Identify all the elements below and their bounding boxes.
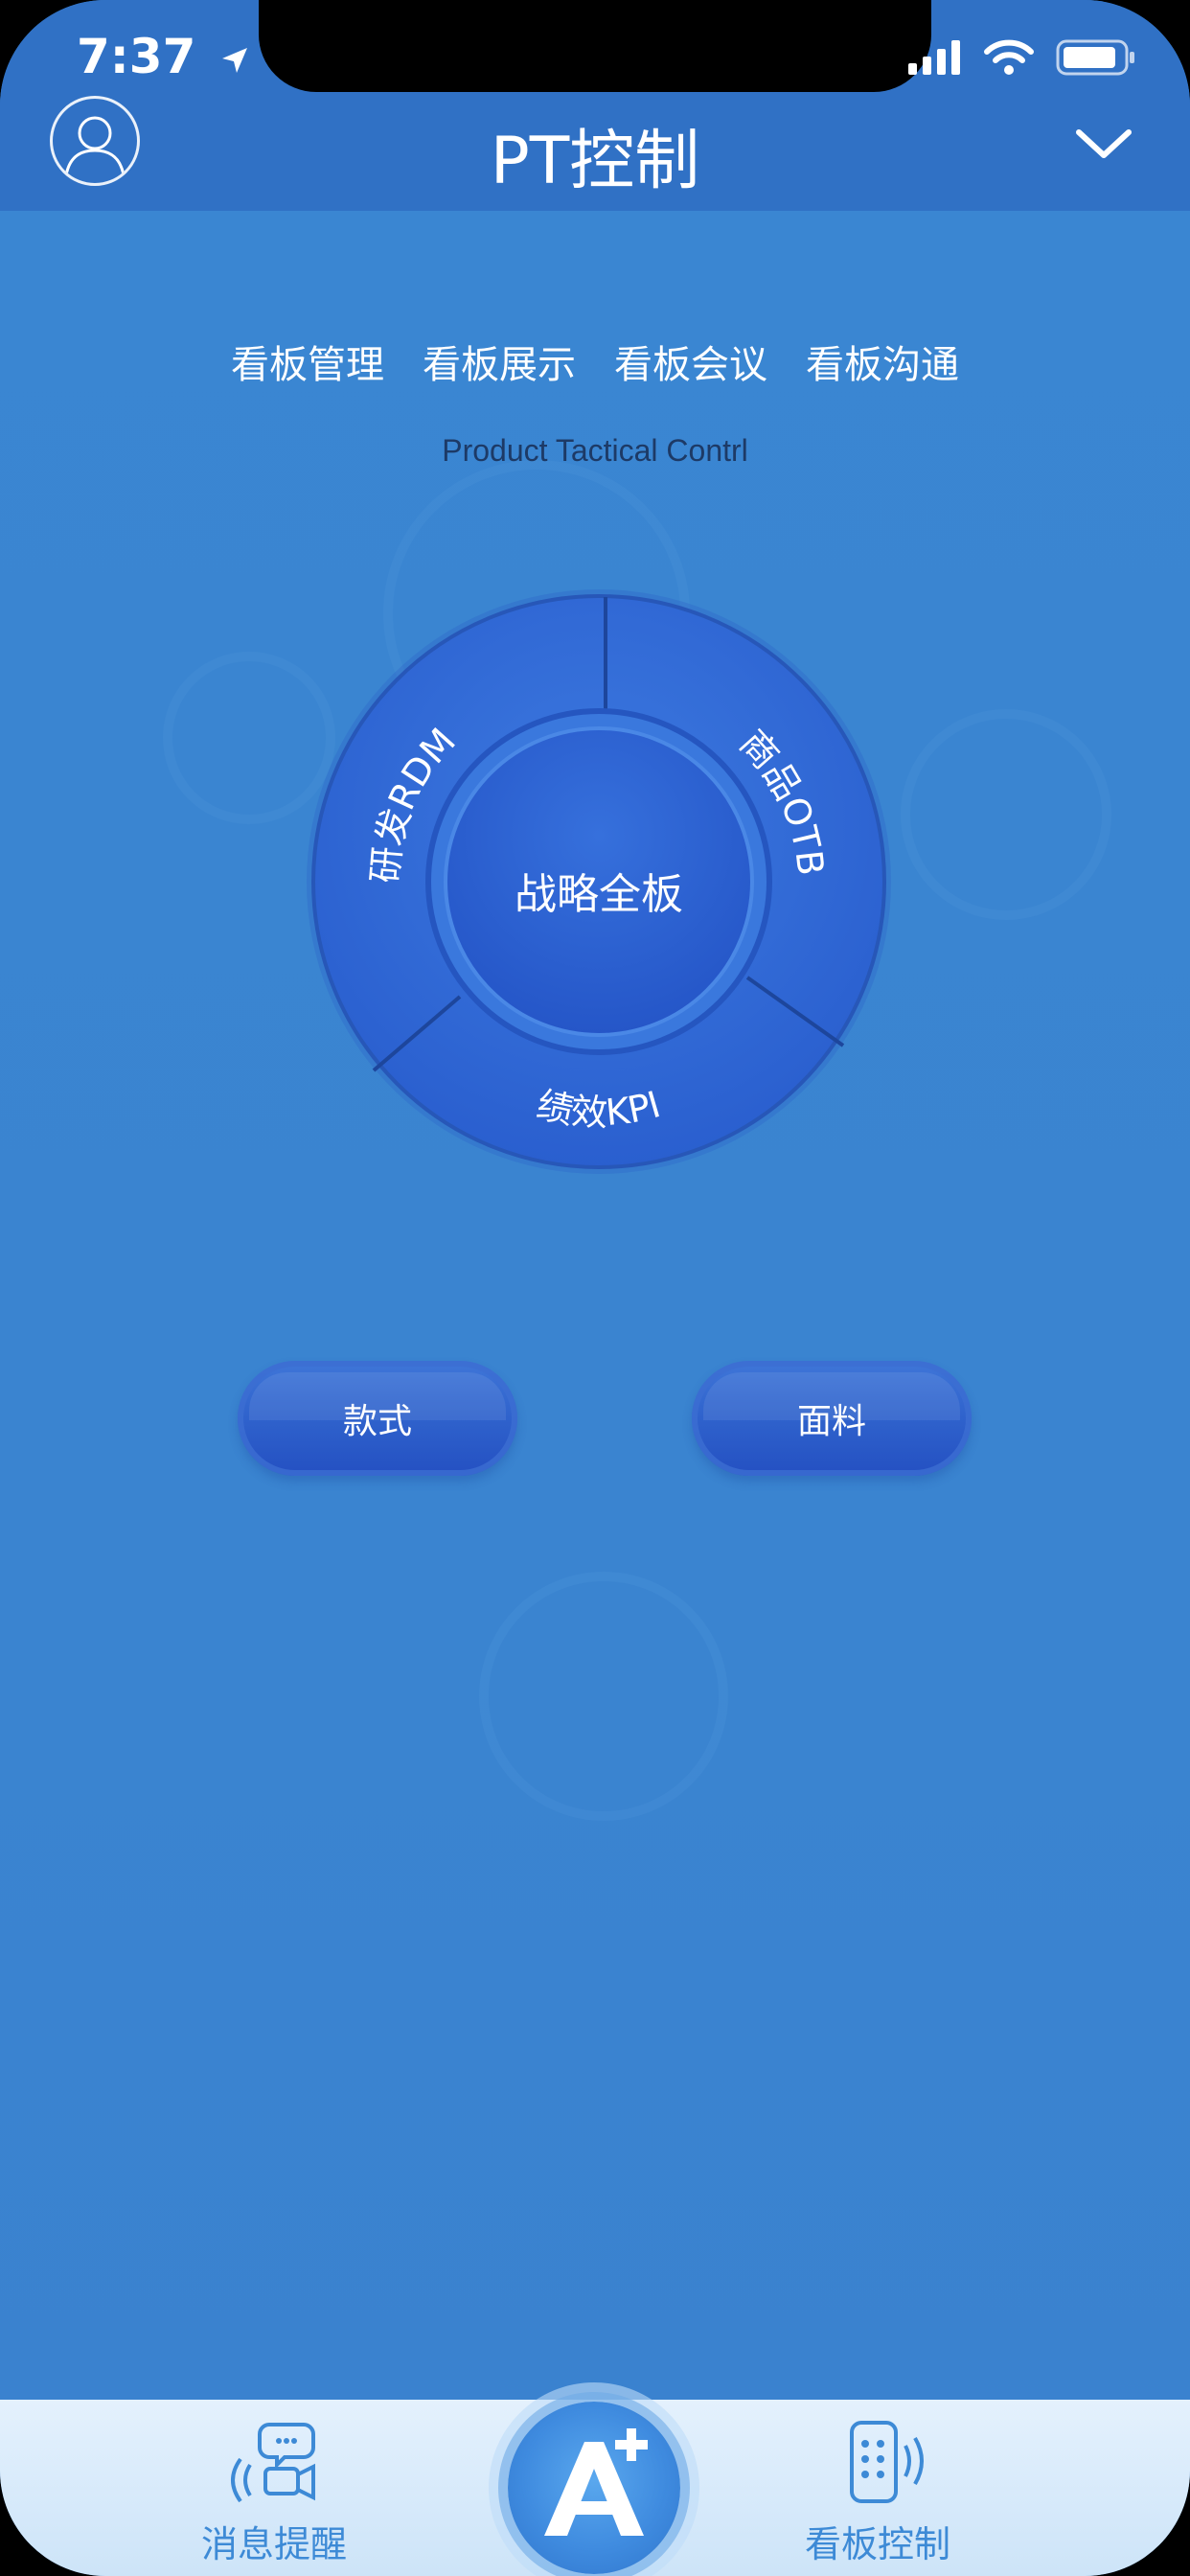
signal-icon xyxy=(908,40,960,75)
a-plus-icon xyxy=(544,2428,648,2536)
style-button-label: 款式 xyxy=(342,1402,412,1441)
app-screen: PT控制 7:37 看板管理 看板展示 看板会议 看板沟通 Product Ta… xyxy=(0,0,1190,2576)
tab-messages[interactable]: 消息提醒 xyxy=(201,2419,347,2567)
fabric-button[interactable]: 面料 xyxy=(692,1361,972,1476)
style-button[interactable]: 款式 xyxy=(238,1361,517,1476)
control-wheel: 研发RDM 商品OTB 绩效KPI 战略全板 xyxy=(307,589,891,1174)
battery-icon xyxy=(1056,39,1134,76)
menu-item-board-management[interactable]: 看板管理 xyxy=(227,334,388,389)
menu-item-board-meeting[interactable]: 看板会议 xyxy=(610,334,771,389)
remote-control-icon xyxy=(850,2421,924,2503)
wheel-center-button[interactable]: 战略全板 xyxy=(307,860,891,921)
board-menu: 看板管理 看板展示 看板会议 看板沟通 xyxy=(0,334,1190,389)
message-camera-icon xyxy=(231,2423,315,2503)
location-arrow-icon xyxy=(221,47,247,73)
tab-board-control[interactable]: 看板控制 xyxy=(805,2419,950,2567)
page-title: PT控制 xyxy=(490,124,700,199)
subtitle: Product Tactical Contrl xyxy=(442,433,748,468)
chevron-down-icon[interactable] xyxy=(1075,125,1133,163)
status-time: 7:37 xyxy=(77,29,251,84)
center-action-button[interactable] xyxy=(508,2402,680,2574)
background-decoration xyxy=(901,709,1111,920)
menu-item-board-display[interactable]: 看板展示 xyxy=(419,334,580,389)
background-decoration xyxy=(479,1572,728,1821)
tab-messages-label: 消息提醒 xyxy=(201,2523,348,2565)
wifi-icon xyxy=(984,39,1034,75)
fabric-button-label: 面料 xyxy=(796,1402,866,1441)
status-bar: 7:37 xyxy=(0,0,1190,115)
menu-item-board-communication[interactable]: 看板沟通 xyxy=(802,334,963,389)
tab-board-control-label: 看板控制 xyxy=(805,2523,951,2565)
